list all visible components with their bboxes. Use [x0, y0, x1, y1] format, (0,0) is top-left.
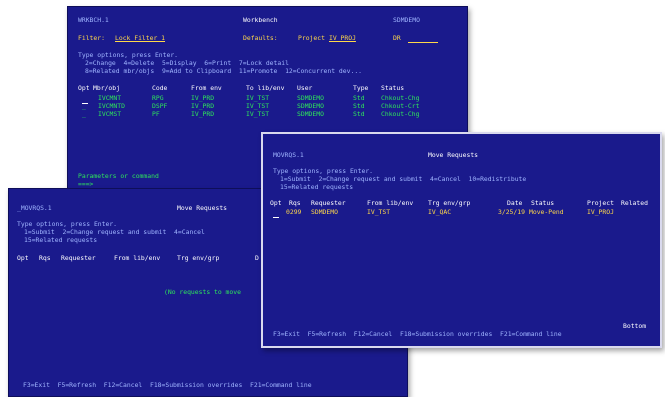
header-opt: Opt: [17, 254, 29, 262]
options-line-2: 8=Related mbr/objs 9=Add to Clipboard 11…: [85, 67, 363, 75]
row-status: Move-Pend: [529, 208, 564, 216]
defaults-label: Defaults:: [243, 34, 278, 42]
options-line-2: 15=Related requests: [280, 183, 354, 191]
function-keys: F3=Exit F5=Refresh F12=Cancel F18=Submis…: [273, 330, 562, 338]
header-related: Related: [621, 199, 648, 207]
row-requester: SDMDEMO: [311, 208, 338, 216]
filter-field[interactable]: Lock Filter 1: [115, 34, 165, 43]
header-to: To lib/env: [246, 84, 285, 92]
move-requests-window: MOVRQS.1 Move Requests Type options, pre…: [261, 132, 662, 348]
empty-message: (No requests to move: [164, 288, 241, 296]
screen-id: _MOVRQS.1: [17, 204, 52, 212]
row-type: Std: [353, 110, 365, 118]
screen-id: MOVRQS.1: [273, 151, 304, 159]
row-mbr: IVCMST: [98, 110, 122, 118]
header-rqs: Rqs: [289, 199, 301, 207]
header-user: User: [297, 84, 313, 92]
header-opt: Opt: [78, 84, 90, 92]
dr-field[interactable]: [408, 42, 438, 43]
header-requester: Requester: [61, 254, 96, 262]
header-trg: Trg env/grp: [177, 254, 220, 262]
header-mbr: Mbr/obj: [93, 84, 120, 92]
header-d: D: [255, 254, 259, 262]
header-from: From lib/env: [114, 254, 161, 262]
row-project: IV_PROJ: [587, 208, 614, 216]
row-option-input[interactable]: [273, 211, 279, 221]
row-from: IV_PRD: [191, 110, 215, 118]
header-type: Type: [353, 84, 369, 92]
screen-title: Move Requests: [177, 204, 228, 212]
header-project: Project: [587, 199, 614, 207]
user-id: SDMDEMO: [393, 16, 420, 24]
function-keys: F3=Exit F5=Refresh F12=Cancel F18=Submis…: [23, 381, 312, 389]
header-code: Code: [152, 84, 168, 92]
header-requester: Requester: [311, 199, 346, 207]
row-to: IV_TST: [246, 110, 270, 118]
header-rqs: Rqs: [39, 254, 51, 262]
header-status: Status: [531, 199, 555, 207]
screen-title: Move Requests: [428, 151, 479, 159]
screen-title: Workbench: [243, 16, 278, 24]
row-rqs: 0299: [286, 208, 302, 216]
bottom-indicator: Bottom: [623, 322, 647, 330]
dr-label: DR: [393, 34, 401, 42]
header-status: Status: [381, 84, 405, 92]
row-date: 3/25/19: [498, 208, 525, 216]
header-from: From env: [191, 84, 222, 92]
screen-id: WRKBCH.1: [78, 16, 109, 24]
project-field[interactable]: IV_PROJ: [329, 34, 356, 43]
row-status: Chkout-Chg: [381, 110, 420, 118]
row-user: SDMDEMO: [297, 110, 324, 118]
row-option-input[interactable]: _: [82, 110, 86, 119]
header-date: Date: [507, 199, 523, 207]
row-from: IV_TST: [367, 208, 391, 216]
header-from: From lib/env: [367, 199, 414, 207]
filter-label: Filter:: [78, 34, 105, 42]
header-trg: Trg env/grp: [428, 199, 471, 207]
row-trg: IV_QAC: [428, 208, 452, 216]
header-opt: Opt: [270, 199, 282, 207]
project-label: Project: [298, 34, 325, 42]
row-code: PF: [152, 110, 160, 118]
options-line-2: 15=Related requests: [24, 236, 98, 244]
